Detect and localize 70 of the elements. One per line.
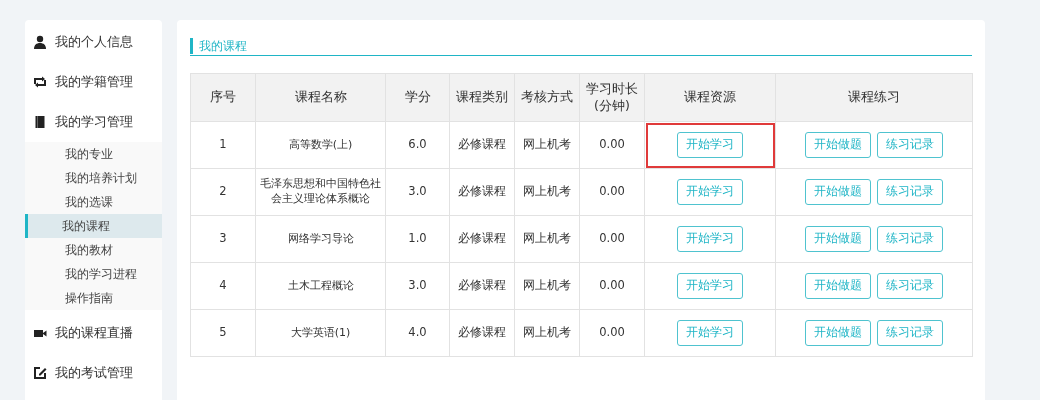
table-cell: 网上机考 [514,262,580,310]
sidebar-item[interactable]: 我的学籍管理 [25,62,162,102]
start-exercise-button[interactable]: 开始做题 [805,132,871,158]
submenu-item[interactable]: 我的专业 [25,142,162,166]
table-cell: 4 [190,262,256,310]
table-cell: 6.0 [385,121,450,169]
table-cell: 必修课程 [449,215,515,263]
table-cell: 网络学习导论 [255,215,386,263]
column-header: 课程练习 [775,73,973,122]
table-cell: 1.0 [385,215,450,263]
table-cell: 必修课程 [449,168,515,216]
table-cell: 1 [190,121,256,169]
sidebar-item[interactable]: 我的考试管理 [25,353,162,393]
table-cell: 网上机考 [514,121,580,169]
submenu-item[interactable]: 操作指南 [25,286,162,310]
column-header: 学分 [385,73,450,122]
swap-arrows-icon [33,75,47,89]
submenu-item[interactable]: 我的选课 [25,190,162,214]
table-cell: 高等数学(上) [255,121,386,169]
column-header: 序号 [190,73,256,122]
column-header: 课程名称 [255,73,386,122]
table-cell: 0.00 [579,309,645,357]
submenu-item[interactable]: 我的教材 [25,238,162,262]
start-exercise-button[interactable]: 开始做题 [805,226,871,252]
column-header: 考核方式 [514,73,580,122]
table-cell: 土木工程概论 [255,262,386,310]
section-title: 我的课程 [190,37,972,56]
user-icon [33,35,47,49]
table-cell: 必修课程 [449,309,515,357]
table-cell: 3.0 [385,262,450,310]
submenu-item[interactable]: 我的培养计划 [25,166,162,190]
table-cell: 2 [190,168,256,216]
start-exercise-button[interactable]: 开始做题 [805,273,871,299]
sidebar-item[interactable]: 我的个人信息 [25,22,162,62]
table-cell: 3.0 [385,168,450,216]
table-cell: 网上机考 [514,215,580,263]
practice-record-button[interactable]: 练习记录 [877,320,943,346]
sidebar-item[interactable]: 我的课程直播 [25,313,162,353]
submenu-item[interactable]: 我的学习进程 [25,262,162,286]
column-header: 学习时长 (分钟) [579,73,645,122]
table-cell: 必修课程 [449,121,515,169]
start-exercise-button[interactable]: 开始做题 [805,320,871,346]
edit-icon [33,366,47,380]
table-cell: 5 [190,309,256,357]
practice-record-button[interactable]: 练习记录 [877,273,943,299]
table-cell: 0.00 [579,168,645,216]
start-study-button[interactable]: 开始学习 [677,132,743,158]
table-cell: 网上机考 [514,168,580,216]
start-study-button[interactable]: 开始学习 [677,273,743,299]
practice-record-button[interactable]: 练习记录 [877,226,943,252]
start-study-button[interactable]: 开始学习 [677,179,743,205]
sidebar-item[interactable]: 我的学习管理 [25,102,162,142]
submenu-item[interactable]: 我的课程 [25,214,162,238]
table-cell: 网上机考 [514,309,580,357]
table-cell: 4.0 [385,309,450,357]
table-cell: 3 [190,215,256,263]
start-exercise-button[interactable]: 开始做题 [805,179,871,205]
practice-record-button[interactable]: 练习记录 [877,132,943,158]
table-cell: 大学英语(1) [255,309,386,357]
table-cell: 0.00 [579,215,645,263]
start-study-button[interactable]: 开始学习 [677,320,743,346]
table-cell: 毛泽东思想和中国特色社会主义理论体系概论 [255,168,386,216]
table-cell: 0.00 [579,121,645,169]
practice-record-button[interactable]: 练习记录 [877,179,943,205]
table-cell: 0.00 [579,262,645,310]
start-study-button[interactable]: 开始学习 [677,226,743,252]
table-cell: 必修课程 [449,262,515,310]
book-icon [33,115,47,129]
column-header: 课程资源 [644,73,776,122]
column-header: 课程类别 [449,73,515,122]
